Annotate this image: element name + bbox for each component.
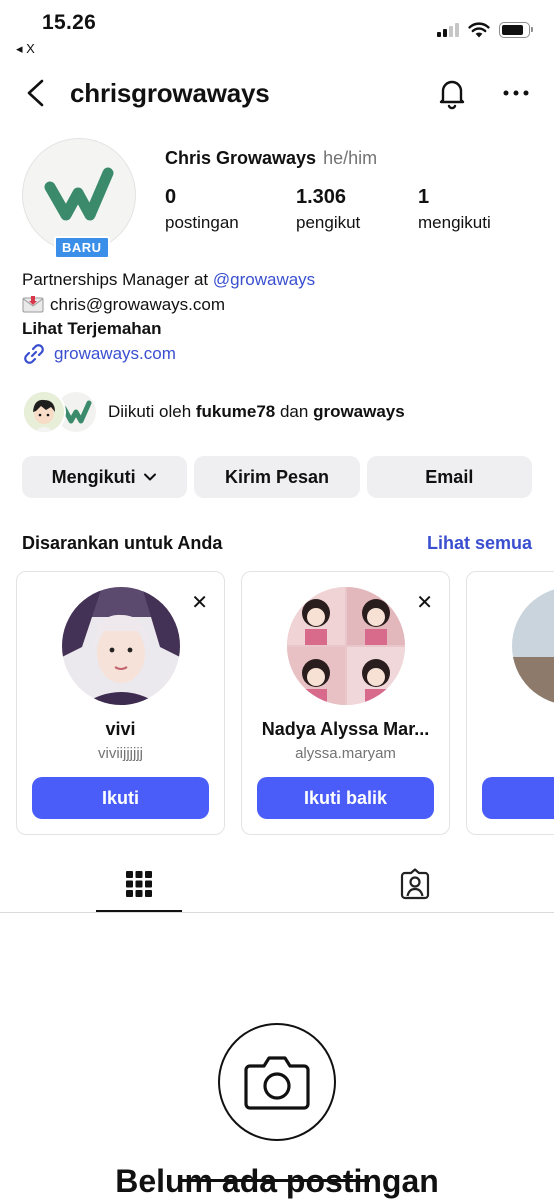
cartoon-boy-avatar-icon	[24, 392, 64, 432]
dismiss-suggestion-button[interactable]: ✕	[191, 590, 208, 615]
stat-followers-label: pengikut	[296, 213, 361, 232]
profile-username: chrisgrowaways	[70, 78, 270, 108]
see-all-link[interactable]: Lihat semua	[427, 533, 532, 554]
follow-back-button[interactable]: Ikuti balik	[257, 777, 434, 819]
suggestion-avatar[interactable]	[62, 587, 180, 705]
notifications-button[interactable]	[434, 75, 470, 111]
person-photo-collage-icon	[287, 587, 405, 705]
bio-website-text: growaways.com	[54, 343, 176, 363]
follow-button[interactable]: Ikuti	[32, 777, 209, 819]
back-button[interactable]	[20, 76, 54, 110]
avatar	[22, 390, 66, 434]
avatar	[22, 138, 136, 252]
strikethrough-line	[182, 1179, 370, 1182]
bio-website-link[interactable]: growaways.com	[22, 342, 176, 367]
email-button-label: Email	[425, 466, 474, 487]
envelope-icon	[22, 295, 44, 312]
following-button-label: Mengikuti	[51, 466, 136, 487]
profile-header: chrisgrowaways	[0, 66, 554, 122]
tagged-person-icon	[400, 868, 430, 900]
more-options-button[interactable]	[498, 75, 534, 111]
suggestion-avatar[interactable]	[512, 587, 554, 705]
bio-email-text: chris@growaways.com	[50, 294, 226, 314]
bio-line-role: Partnerships Manager at @growaways	[22, 268, 315, 293]
empty-state-icon-circle	[218, 1023, 336, 1141]
stat-posts-count: 0	[165, 186, 177, 208]
suggestion-handle: riir	[467, 745, 554, 762]
suggestion-handle: alyssa.maryam	[295, 745, 396, 762]
followed-by-user[interactable]: fukume78	[196, 402, 275, 421]
person-photo-icon	[512, 587, 554, 705]
cellular-signal-icon	[437, 23, 459, 37]
suggestion-name: Nadya Alyssa Mar...	[261, 719, 430, 739]
send-message-button[interactable]: Kirim Pesan	[194, 456, 360, 498]
stat-following-label: mengikuti	[418, 213, 491, 232]
display-name: Chris Growaways he/him	[165, 148, 377, 169]
dismiss-suggestion-button[interactable]: ✕	[416, 590, 433, 615]
camera-icon	[244, 1056, 310, 1110]
suggestion-name: vivi	[105, 719, 136, 739]
stat-followers[interactable]: 1.306 pengikut	[296, 186, 360, 233]
chevron-left-icon	[27, 79, 44, 107]
growaways-logo-icon	[44, 167, 114, 221]
chevron-down-icon	[143, 473, 156, 481]
email-button[interactable]: Email	[366, 456, 532, 498]
profile-avatar-container[interactable]: BARU	[22, 138, 136, 259]
following-button[interactable]: Mengikuti	[22, 456, 188, 498]
bio-role-text: Partnerships Manager at	[22, 270, 213, 289]
tab-posts-grid[interactable]	[96, 855, 182, 913]
bell-icon	[439, 80, 465, 110]
suggestion-avatar[interactable]	[287, 587, 405, 705]
battery-icon	[499, 22, 533, 38]
profile-actions: Mengikuti Kirim Pesan Email	[22, 456, 532, 498]
back-to-app[interactable]: ◂ X	[16, 41, 35, 57]
followed-by-text: Diikuti oleh fukume78 dan growaways	[108, 402, 405, 422]
status-icons	[437, 22, 533, 38]
grid-icon	[126, 871, 152, 897]
profile-tabs	[0, 855, 554, 913]
followed-by-user[interactable]: growaways	[313, 402, 405, 421]
see-translation-link[interactable]: Lihat Terjemahan	[22, 317, 315, 342]
clock: 15.26	[42, 11, 97, 34]
display-name-text: Chris Growaways	[165, 148, 317, 168]
stat-following[interactable]: 1 mengikuti	[418, 186, 491, 233]
followed-by-row[interactable]: Diikuti oleh fukume78 dan growaways	[22, 390, 405, 434]
follow-button[interactable]: I	[482, 777, 554, 819]
link-icon	[24, 343, 44, 364]
suggestions-carousel[interactable]: ✕ vivi viviijjjjjj Ikuti ✕ Nadya Alyssa …	[16, 571, 554, 835]
tab-tagged[interactable]	[372, 855, 458, 913]
followed-by-connector: dan	[275, 402, 314, 421]
mutual-avatars	[22, 390, 98, 434]
wifi-icon	[468, 22, 490, 38]
suggestion-name: F	[467, 719, 554, 740]
suggestion-card[interactable]: ✕ vivi viviijjjjjj Ikuti	[16, 571, 225, 835]
bio: Partnerships Manager at @growaways chris…	[22, 268, 315, 373]
status-bar: 15.26 ◂ X	[0, 0, 554, 60]
suggestion-handle: viviijjjjjj	[98, 745, 143, 762]
bio-mention-link[interactable]: @growaways	[213, 270, 315, 289]
suggestion-card[interactable]: F riir I	[466, 571, 554, 835]
person-photo-icon	[62, 587, 180, 705]
suggestions-title: Disarankan untuk Anda	[22, 533, 223, 553]
stat-posts-label: postingan	[165, 213, 239, 232]
stat-followers-count: 1.306	[296, 186, 347, 208]
bio-line-email: chris@growaways.com	[22, 293, 315, 318]
new-badge: BARU	[54, 236, 110, 259]
suggestion-card[interactable]: ✕ Nadya Alyssa Mar... alyssa.maryam Ikut…	[241, 571, 450, 835]
more-horizontal-icon	[503, 90, 529, 96]
followed-by-prefix: Diikuti oleh	[108, 402, 196, 421]
active-tab-indicator	[96, 910, 182, 912]
stat-following-count: 1	[418, 186, 430, 208]
pronouns: he/him	[323, 148, 378, 168]
stat-posts[interactable]: 0 postingan	[165, 186, 239, 233]
send-message-label: Kirim Pesan	[224, 466, 330, 487]
